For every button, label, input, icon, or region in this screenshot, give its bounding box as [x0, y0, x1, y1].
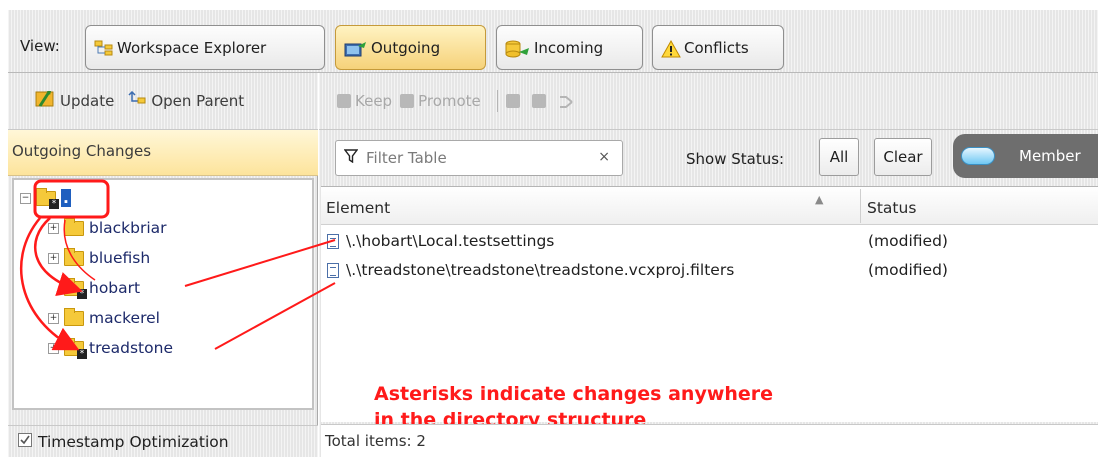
tree-item-label: treadstone: [89, 339, 173, 357]
checkbox-icon[interactable]: [18, 432, 32, 451]
keep-label: Keep: [355, 92, 393, 110]
tree-item-label: bluefish: [89, 249, 151, 267]
tree-item[interactable]: + blackbriar: [48, 216, 167, 240]
tree-item[interactable]: + mackerel: [48, 306, 160, 330]
directory-tree[interactable]: − * . + blackbriar + bluefish * hobart +…: [12, 178, 314, 410]
incoming-button[interactable]: Incoming: [496, 25, 643, 70]
expand-toggle[interactable]: +: [48, 222, 59, 234]
filter-row: × Show Status: All Clear Member: [319, 130, 1098, 186]
incoming-icon: [505, 40, 531, 57]
workspace-explorer-button[interactable]: Workspace Explorer: [85, 25, 325, 70]
left-panel: Update Open Parent Outgoing Changes − * …: [8, 73, 318, 457]
column-header-status[interactable]: Status: [867, 199, 916, 217]
filter-table-field[interactable]: ×: [335, 140, 623, 176]
workspace-explorer-label: Workspace Explorer: [117, 38, 267, 57]
folder-icon: [64, 307, 84, 326]
folder-icon: [64, 247, 84, 266]
tree-item[interactable]: * hobart: [64, 276, 140, 300]
tree-item-label: mackerel: [89, 309, 160, 327]
folder-icon: *: [64, 337, 87, 359]
row-element: \.\hobart\Local.testsettings: [346, 232, 555, 250]
promote-icon: [400, 94, 415, 108]
keep-icon: [337, 94, 351, 108]
changes-table: Element ▲ Status \.\hobart\Local.testset…: [321, 186, 1098, 431]
column-header-element[interactable]: Element: [326, 199, 390, 217]
expand-toggle[interactable]: +: [48, 342, 59, 354]
update-button[interactable]: Update: [35, 90, 114, 112]
row-status: (modified): [868, 261, 948, 279]
outgoing-label: Outgoing: [371, 38, 441, 57]
tree-item-label: hobart: [89, 279, 141, 297]
conflicts-label: Conflicts: [684, 38, 749, 57]
row-status: (modified): [868, 232, 948, 250]
column-divider[interactable]: [860, 189, 861, 223]
timestamp-optimization-label: Timestamp Optimization: [38, 432, 229, 451]
timestamp-optimization-toggle[interactable]: Timestamp Optimization: [8, 425, 318, 457]
toolbar-divider: [496, 90, 498, 112]
table-row[interactable]: \.\hobart\Local.testsettings (modified): [321, 227, 1098, 255]
member-label: Member: [1019, 147, 1081, 165]
outgoing-button[interactable]: Outgoing: [335, 25, 486, 70]
asterisk-badge-icon: *: [49, 198, 59, 209]
table-row[interactable]: \.\treadstone\treadstone\treadstone.vcxp…: [321, 256, 1098, 284]
update-label: Update: [60, 92, 115, 110]
open-parent-icon: [128, 90, 146, 111]
status-bar: Total items: 2: [321, 424, 1098, 457]
view-bar: View: Workspace Explorer Outgoing Incomi…: [8, 10, 1098, 73]
right-panel: Keep Promote × Show Status: All Clear Me…: [319, 73, 1098, 457]
document-icon: [327, 262, 339, 278]
folder-icon: [64, 217, 84, 236]
tree-item-label: blackbriar: [89, 219, 167, 237]
incoming-label: Incoming: [534, 38, 604, 57]
view-label: View:: [20, 37, 60, 55]
outgoing-icon: [344, 40, 368, 56]
collapse-toggle[interactable]: −: [20, 192, 31, 204]
document-icon: [327, 233, 339, 249]
keep-button[interactable]: Keep: [337, 92, 392, 110]
outgoing-changes-header: Outgoing Changes: [8, 130, 318, 176]
tree-item[interactable]: + bluefish: [48, 246, 150, 270]
promote-label: Promote: [418, 92, 481, 110]
workspace-explorer-icon: [94, 40, 114, 56]
history-icon[interactable]: [558, 94, 573, 108]
document-icon[interactable]: [505, 94, 520, 108]
filter-icon: [343, 149, 359, 167]
warning-icon: [661, 39, 681, 57]
tree-root-label: .: [61, 189, 71, 207]
show-status-label: Show Status:: [686, 150, 785, 168]
copy-icon[interactable]: [531, 94, 546, 108]
expand-toggle[interactable]: +: [48, 312, 59, 324]
clear-filter-icon[interactable]: ×: [598, 149, 610, 165]
row-element: \.\treadstone\treadstone\treadstone.vcxp…: [346, 261, 735, 279]
update-icon: [35, 90, 55, 112]
open-parent-label: Open Parent: [151, 92, 245, 110]
open-parent-button[interactable]: Open Parent: [128, 90, 245, 111]
promote-button[interactable]: Promote: [400, 92, 481, 110]
asterisk-badge-icon: *: [77, 348, 87, 359]
annotation-line-1: Asterisks indicate changes anywhere: [374, 383, 774, 405]
folder-icon: *: [36, 187, 59, 209]
show-all-button[interactable]: All: [819, 138, 859, 176]
tree-item[interactable]: + * treadstone: [48, 336, 173, 360]
clear-status-button[interactable]: Clear: [874, 138, 932, 176]
table-header: Element ▲ Status: [321, 187, 1098, 225]
conflicts-button[interactable]: Conflicts: [652, 25, 784, 70]
folder-icon: *: [64, 277, 87, 299]
left-toolbar: Update Open Parent: [8, 73, 318, 130]
tree-root[interactable]: − * .: [20, 186, 71, 210]
member-status-toggle[interactable]: Member: [953, 134, 1098, 178]
sort-indicator-icon: ▲: [815, 193, 824, 206]
expand-toggle[interactable]: +: [48, 252, 59, 264]
toggle-pill-icon: [961, 147, 995, 165]
asterisk-badge-icon: *: [77, 288, 87, 299]
filter-table-input[interactable]: [366, 149, 586, 167]
right-toolbar: Keep Promote: [319, 73, 1098, 130]
